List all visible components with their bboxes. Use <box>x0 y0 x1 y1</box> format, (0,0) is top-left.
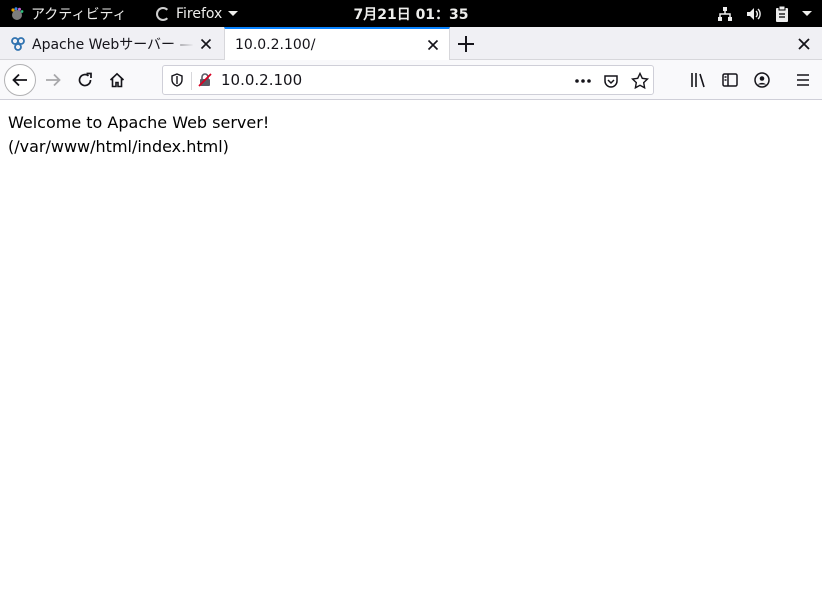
insecure-lock-icon[interactable] <box>198 73 212 87</box>
page-content: Welcome to Apache Web server! (/var/www/… <box>0 101 822 610</box>
arrow-right-icon <box>46 73 61 87</box>
gnome-foot-icon <box>11 6 24 20</box>
tab-10-0-2-100[interactable]: 10.0.2.100/ <box>224 27 450 61</box>
welcome-text: Welcome to Apache Web server! <box>8 113 270 132</box>
close-tab-icon[interactable] <box>425 37 441 53</box>
pocket-icon[interactable] <box>603 73 619 89</box>
chevron-down-icon <box>228 11 239 16</box>
close-window-icon[interactable] <box>798 38 810 50</box>
clipboard-icon <box>776 5 788 22</box>
tab-strip: Apache Webサーバー — Wiki 10.0.2.100/ <box>0 27 822 61</box>
arrow-left-icon <box>12 73 27 87</box>
gnome-top-bar: アクティビティ Firefox 7月21日 01：35 <box>0 0 822 27</box>
home-icon <box>109 72 125 88</box>
clock[interactable]: 7月21日 01：35 <box>353 4 468 24</box>
forward-button[interactable] <box>37 64 69 96</box>
reload-button[interactable] <box>69 64 101 96</box>
navigation-toolbar: 10.0.2.100 <box>0 60 822 100</box>
home-button[interactable] <box>101 64 133 96</box>
volume-icon <box>747 7 761 20</box>
reload-icon <box>78 72 92 87</box>
app-menu[interactable]: Firefox <box>156 0 239 27</box>
tab-title: 10.0.2.100/ <box>235 37 316 53</box>
system-menu-chevron-icon <box>802 11 812 16</box>
url-text[interactable]: 10.0.2.100 <box>221 71 302 89</box>
url-separator <box>191 72 192 90</box>
close-tab-icon[interactable] <box>198 36 214 52</box>
apache-wiki-icon <box>11 36 25 51</box>
activities-label: アクティビティ <box>31 6 127 23</box>
tracking-protection-shield-icon[interactable] <box>170 73 184 87</box>
new-tab-plus-icon[interactable] <box>456 34 476 54</box>
network-icon <box>718 6 732 21</box>
bookmark-star-icon[interactable] <box>631 72 649 90</box>
sidebar-icon[interactable] <box>722 72 738 88</box>
system-tray[interactable] <box>717 0 812 27</box>
back-button[interactable] <box>4 64 36 96</box>
activities-button[interactable]: アクティビティ <box>10 0 127 27</box>
hamburger-menu-icon[interactable] <box>795 72 811 88</box>
address-bar[interactable]: 10.0.2.100 <box>162 65 654 95</box>
tab-apache-wiki[interactable]: Apache Webサーバー — Wiki <box>0 27 222 60</box>
app-menu-label: Firefox <box>176 5 223 22</box>
library-icon[interactable] <box>690 72 708 88</box>
account-icon[interactable] <box>754 72 770 88</box>
document-path-text: (/var/www/html/index.html) <box>8 137 229 156</box>
tab-title: Apache Webサーバー — Wiki <box>32 36 194 53</box>
firefox-icon <box>156 6 170 21</box>
page-actions-ellipsis-icon[interactable] <box>573 73 593 89</box>
